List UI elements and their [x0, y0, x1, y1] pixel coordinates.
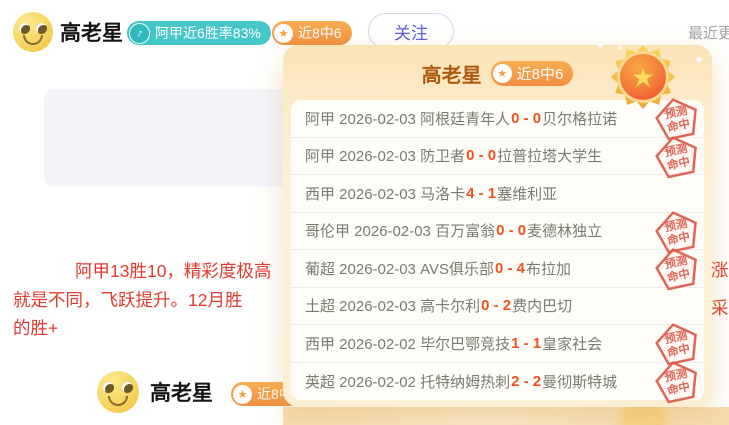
match-away-team: 曼彻斯特城 [542, 371, 617, 392]
match-info: 阿甲 2026-02-03 阿根廷青年人 [305, 108, 510, 129]
match-info: 葡超 2026-02-03 AVS俱乐部 [305, 258, 494, 279]
sparkle-icon: ✦ [694, 53, 704, 67]
match-info: 土超 2026-02-03 高卡尔利 [305, 295, 480, 316]
sparkle-icon: ✦ [701, 113, 709, 124]
user-name[interactable]: 高老星 [60, 17, 123, 47]
avatar-eye-icon [19, 23, 30, 34]
match-row[interactable]: 土超 2026-02-03 高卡尔利0 - 2费内巴切 [291, 288, 704, 326]
match-score: 0 - 4 [495, 260, 525, 277]
match-row[interactable]: 葡超 2026-02-03 AVS俱乐部0 - 4布拉加 预测 命中 [291, 250, 704, 288]
avatar-eye-icon [36, 23, 47, 34]
hit-streak-badge: ★ 近8中6 [272, 21, 352, 45]
user-avatar[interactable] [13, 12, 53, 52]
star-icon: ★ [233, 385, 252, 404]
user-name[interactable]: 高老星 [150, 377, 213, 407]
match-list: 阿甲 2026-02-03 阿根廷青年人0 - 0贝尔格拉诺 预测 命中 阿甲 … [291, 100, 704, 400]
article-line-2: 就是不同，飞跃提升。12月胜 [13, 287, 242, 312]
avatar-smile-icon [108, 396, 128, 406]
medal-icon: ★ ✦ [604, 36, 682, 114]
match-info: 阿甲 2026-02-03 防卫者 [305, 145, 465, 166]
svg-text:★: ★ [629, 62, 656, 95]
match-score: 0 - 0 [511, 110, 541, 127]
match-score: 2 - 2 [511, 373, 541, 390]
match-info: 哥伦甲 2026-02-03 百万富翁 [305, 220, 495, 241]
popup-title: 高老星 [422, 59, 482, 88]
svg-text:✦: ✦ [616, 44, 624, 55]
avatar-eye-icon [122, 382, 133, 393]
prediction-hit-stamp-icon: 预测 命中 [650, 355, 704, 408]
match-away-team: 塞维利亚 [497, 183, 557, 204]
user-avatar[interactable] [97, 371, 139, 413]
prediction-history-popup: 高老星 ★ 近8中6 阿甲 2026-02-03 阿根廷青年人0 - 0贝尔格拉… [283, 45, 712, 407]
match-score: 0 - 2 [481, 297, 511, 314]
match-row[interactable]: 英超 2026-02-02 托特纳姆热刺2 - 2曼彻斯特城 预测 命中 [291, 363, 704, 401]
win-rate-badge-label: 阿甲近6胜率83% [155, 23, 261, 43]
hit-streak-badge-label: 近8中6 [517, 63, 564, 84]
star-icon: ★ [493, 64, 512, 83]
avatar-eye-icon [103, 382, 114, 393]
star-icon: ★ [274, 24, 293, 43]
clipped-text-fragment: 涨 [711, 257, 729, 282]
match-score: 0 - 0 [496, 222, 526, 239]
match-info: 西甲 2026-02-02 毕尔巴鄂竞技 [305, 333, 510, 354]
match-away-team: 麦德林独立 [527, 220, 602, 241]
match-away-team: 费内巴切 [512, 295, 572, 316]
follow-button[interactable]: 关注 [368, 13, 454, 49]
recent-update-label: 最近更 [688, 22, 729, 43]
sparkle-icon: ✦ [596, 41, 604, 52]
hit-streak-badge: ★ 近8中6 [491, 61, 574, 86]
match-away-team: 布拉加 [526, 258, 571, 279]
match-score: 0 - 0 [466, 147, 496, 164]
page: 高老星 ↑ 阿甲近6胜率83% ★ 近8中6 关注 最近更 阿甲13胜10，精彩… [0, 0, 729, 425]
match-info: 英超 2026-02-02 托特纳姆热刺 [305, 371, 510, 392]
clipped-text-fragment: 采 [711, 295, 729, 320]
match-row[interactable]: 哥伦甲 2026-02-03 百万富翁0 - 0麦德林独立 预测 命中 [291, 213, 704, 251]
article-line-1: 阿甲13胜10，精彩度极高 [75, 258, 271, 283]
up-arrow-icon: ↑ [129, 23, 150, 44]
avatar-smile-icon [23, 35, 43, 45]
match-score: 1 - 1 [511, 335, 541, 352]
match-away-team: 皇家社会 [542, 333, 602, 354]
match-row[interactable]: 阿甲 2026-02-03 防卫者0 - 0拉普拉塔大学生 预测 命中 [291, 138, 704, 176]
win-rate-badge: ↑ 阿甲近6胜率83% [127, 21, 271, 45]
match-row[interactable]: 西甲 2026-02-02 毕尔巴鄂竞技1 - 1皇家社会 预测 命中 [291, 325, 704, 363]
article-line-3: 的胜+ [13, 315, 58, 340]
page-background-band [283, 407, 729, 425]
hit-streak-badge-label: 近8中6 [298, 23, 342, 43]
match-row[interactable]: 西甲 2026-02-03 马洛卡4 - 1塞维利亚 [291, 175, 704, 213]
match-info: 西甲 2026-02-03 马洛卡 [305, 183, 465, 204]
match-away-team: 拉普拉塔大学生 [497, 145, 602, 166]
match-score: 4 - 1 [466, 185, 496, 202]
